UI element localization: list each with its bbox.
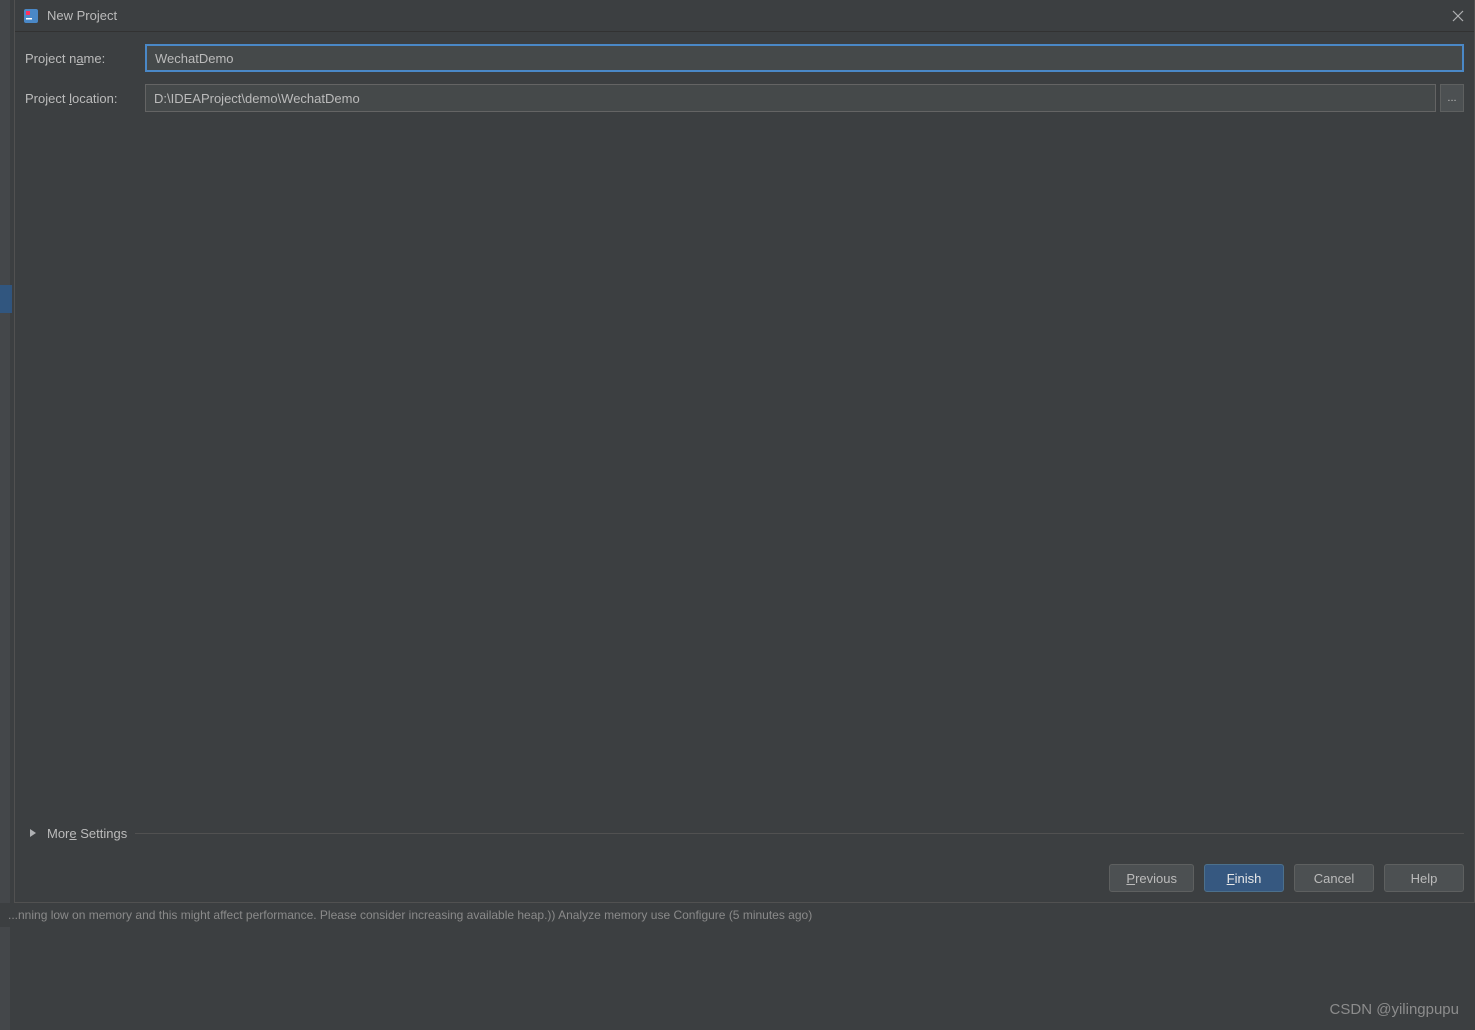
finish-button[interactable]: Finish bbox=[1204, 864, 1284, 892]
close-icon bbox=[1452, 10, 1464, 22]
more-settings-label: More Settings bbox=[47, 826, 127, 841]
project-location-label: Project location: bbox=[25, 91, 145, 106]
project-name-label: Project name: bbox=[25, 51, 145, 66]
project-name-row: Project name: bbox=[25, 44, 1464, 72]
close-button[interactable] bbox=[1446, 4, 1470, 28]
dialog-title: New Project bbox=[47, 8, 117, 23]
intellij-icon bbox=[23, 8, 39, 24]
separator-line bbox=[135, 833, 1464, 834]
project-location-row: Project location: ... bbox=[25, 84, 1464, 112]
new-project-dialog: New Project Project name: Project locati… bbox=[14, 0, 1475, 903]
button-bar: Previous Finish Cancel Help bbox=[15, 854, 1474, 902]
project-name-input[interactable] bbox=[145, 44, 1464, 72]
watermark-text: CSDN @yilingpupu bbox=[1330, 1001, 1459, 1018]
status-text: ...nning low on memory and this might af… bbox=[8, 908, 812, 922]
cancel-button[interactable]: Cancel bbox=[1294, 864, 1374, 892]
previous-button[interactable]: Previous bbox=[1109, 864, 1194, 892]
project-location-input[interactable] bbox=[145, 84, 1436, 112]
more-settings-row[interactable]: More Settings bbox=[15, 824, 1474, 854]
form-area: Project name: Project location: ... bbox=[15, 32, 1474, 124]
help-button[interactable]: Help bbox=[1384, 864, 1464, 892]
browse-button[interactable]: ... bbox=[1440, 84, 1464, 112]
dialog-titlebar: New Project bbox=[15, 0, 1474, 32]
chevron-right-icon bbox=[25, 825, 41, 841]
bg-selection-hint bbox=[0, 285, 12, 313]
dialog-spacer bbox=[15, 124, 1474, 824]
status-bar: ...nning low on memory and this might af… bbox=[0, 903, 1475, 927]
bg-edge bbox=[0, 0, 10, 1030]
